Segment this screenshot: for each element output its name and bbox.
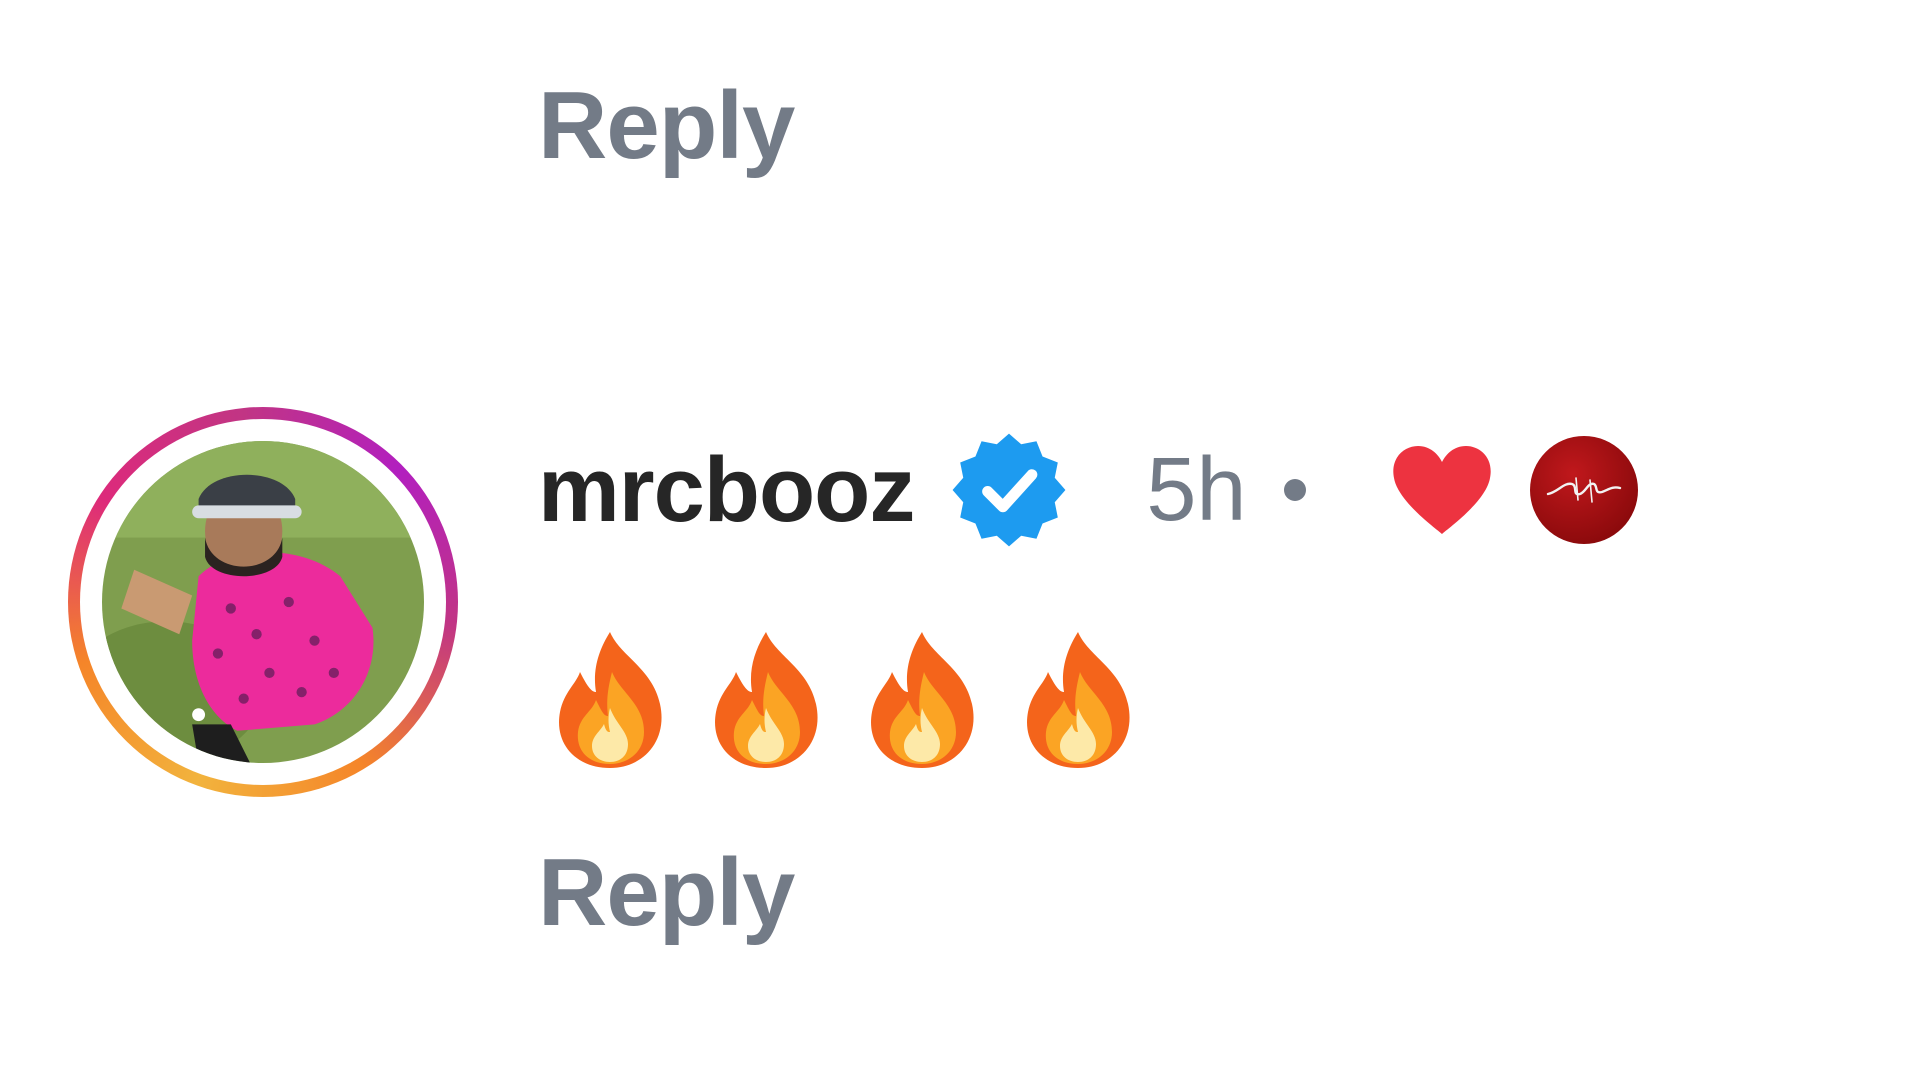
verified-badge-icon — [948, 429, 1070, 551]
commenter-username[interactable]: mrcbooz — [538, 444, 915, 536]
separator-dot — [1284, 479, 1307, 501]
fire-emoji-icon — [704, 628, 830, 772]
previous-comment-reply-button[interactable]: Reply — [538, 78, 795, 174]
commenter-avatar-photo — [102, 441, 424, 763]
comments-panel: Reply mrcbooz 5h Reply — [0, 0, 1920, 1080]
reply-button[interactable]: Reply — [538, 845, 795, 941]
post-author-avatar — [1530, 436, 1639, 544]
fire-emoji-icon — [1016, 628, 1142, 772]
comment-text — [548, 628, 1142, 772]
commenter-avatar[interactable] — [68, 407, 458, 797]
fire-emoji-icon — [860, 628, 986, 772]
heart-icon — [1390, 442, 1494, 538]
fire-emoji-icon — [548, 628, 674, 772]
comment-header: mrcbooz 5h — [538, 429, 1639, 551]
comment-timestamp: 5h — [1146, 440, 1247, 540]
